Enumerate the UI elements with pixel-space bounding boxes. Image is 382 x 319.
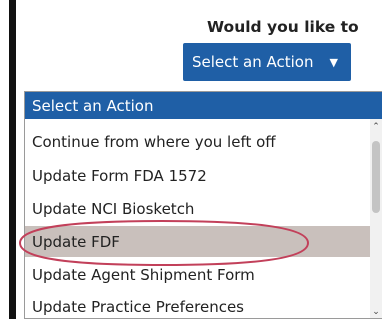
action-select-value: Select an Action	[192, 53, 314, 71]
left-border-bar	[9, 0, 16, 319]
option-continue[interactable]: Continue from where you left off	[25, 126, 370, 157]
caret-down-icon: ▼	[329, 55, 338, 69]
option-update-agent-shipment-form[interactable]: Update Agent Shipment Form	[25, 259, 370, 290]
option-update-fdf[interactable]: Update FDF	[25, 226, 370, 257]
action-select[interactable]: Select an Action ▼	[183, 43, 351, 81]
dropdown-scrollbar[interactable]: ⌃ ⌄	[370, 119, 382, 318]
scroll-thumb[interactable]	[372, 141, 380, 213]
scroll-up-arrow-icon[interactable]: ⌃	[370, 121, 382, 133]
dropdown-option-select-an-action[interactable]: Select an Action	[25, 92, 382, 119]
option-update-form-fda-1572[interactable]: Update Form FDA 1572	[25, 160, 370, 191]
action-prompt-label: Would you like to	[207, 18, 359, 36]
action-dropdown-list[interactable]: Select an Action Continue from where you…	[24, 91, 382, 319]
screen: Would you like to Select an Action ▼ Sel…	[0, 0, 382, 319]
option-update-nci-biosketch[interactable]: Update NCI Biosketch	[25, 193, 370, 224]
option-update-practice-preferences[interactable]: Update Practice Preferences	[25, 291, 370, 318]
scroll-down-arrow-icon[interactable]: ⌄	[370, 306, 382, 318]
